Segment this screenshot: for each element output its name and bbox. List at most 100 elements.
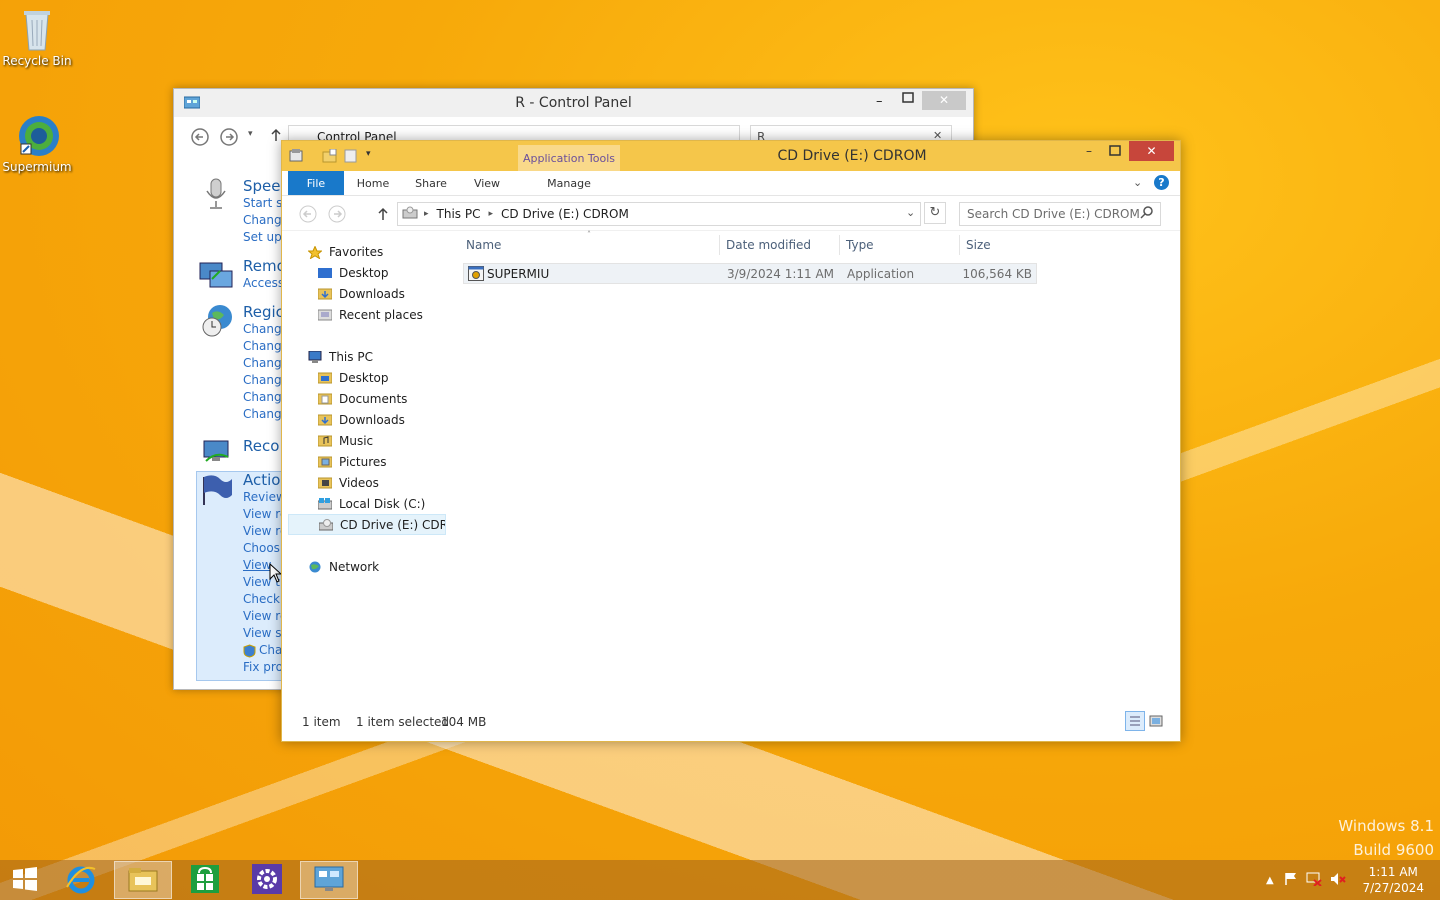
expand-ribbon-icon[interactable]: ⌄ bbox=[1133, 176, 1142, 189]
customize-quick-access-icon[interactable]: ▾ bbox=[366, 149, 371, 159]
taskbar-control-panel[interactable] bbox=[300, 861, 358, 899]
mouse-cursor-icon bbox=[269, 562, 283, 586]
quick-access-properties-icon[interactable] bbox=[289, 149, 305, 166]
tab-view[interactable]: View bbox=[464, 171, 510, 195]
minimize-icon[interactable]: – bbox=[876, 94, 883, 109]
quick-access-folder-icon[interactable] bbox=[344, 149, 358, 166]
control-panel-taskbar-icon bbox=[313, 865, 345, 896]
column-divider bbox=[839, 235, 840, 255]
file-type: Application bbox=[847, 267, 915, 281]
network-disconnected-icon[interactable] bbox=[1306, 872, 1322, 889]
computer-icon bbox=[308, 350, 322, 363]
downloads-folder-icon bbox=[317, 414, 333, 426]
tab-home[interactable]: Home bbox=[350, 171, 396, 195]
breadcrumb-current[interactable]: CD Drive (E:) CDROM bbox=[501, 207, 629, 221]
desktop-icon-supermium[interactable]: Supermium bbox=[0, 114, 77, 174]
nav-label: Desktop bbox=[339, 370, 389, 385]
search-icon[interactable] bbox=[1140, 206, 1153, 222]
back-icon[interactable] bbox=[299, 205, 317, 226]
column-divider bbox=[719, 235, 720, 255]
explorer-title-bar[interactable]: ▾ Application Tools CD Drive (E:) CDROM … bbox=[282, 141, 1180, 171]
forward-icon[interactable] bbox=[219, 127, 239, 150]
system-tray: ▲ bbox=[1266, 860, 1346, 900]
taskbar-store[interactable] bbox=[176, 861, 234, 899]
nav-item-videos[interactable]: Videos bbox=[288, 472, 448, 493]
back-icon[interactable] bbox=[190, 127, 210, 150]
nav-item-pictures[interactable]: Pictures bbox=[288, 451, 448, 472]
search-box[interactable]: Search CD Drive (E:) CDROM bbox=[959, 202, 1161, 226]
file-size: 106,564 KB bbox=[962, 267, 1032, 281]
breadcrumb-this-pc[interactable]: This PC bbox=[437, 207, 481, 221]
taskbar-internet-explorer[interactable] bbox=[52, 861, 110, 899]
star-icon bbox=[307, 244, 323, 260]
close-button[interactable]: ✕ bbox=[1129, 141, 1174, 161]
cd-drive-icon bbox=[318, 518, 334, 531]
column-header-name[interactable]: Name bbox=[466, 238, 501, 252]
nav-item-local-disk[interactable]: Local Disk (C:) bbox=[288, 493, 448, 514]
nav-item-desktop[interactable]: Desktop bbox=[288, 262, 448, 283]
nav-label: Favorites bbox=[329, 244, 384, 259]
maximize-button[interactable] bbox=[1102, 141, 1128, 161]
desktop-icon-recycle-bin[interactable]: Recycle Bin bbox=[0, 8, 77, 68]
nav-label: Recent places bbox=[339, 307, 423, 322]
help-icon[interactable]: ? bbox=[1154, 175, 1169, 190]
tab-file[interactable]: File bbox=[288, 171, 344, 195]
refresh-icon[interactable]: ↻ bbox=[924, 202, 946, 224]
up-icon[interactable] bbox=[377, 207, 389, 224]
tab-share[interactable]: Share bbox=[408, 171, 454, 195]
tab-manage[interactable]: Manage bbox=[518, 171, 620, 195]
nav-item-cd-drive[interactable]: CD Drive (E:) CDROM bbox=[288, 514, 446, 535]
column-header-type[interactable]: Type bbox=[846, 238, 874, 252]
explorer-title: CD Drive (E:) CDROM bbox=[777, 148, 927, 164]
column-header-date[interactable]: Date modified bbox=[726, 238, 811, 252]
watermark-edition: Windows 8.1 bbox=[1338, 817, 1434, 835]
store-icon bbox=[190, 864, 220, 897]
desktop-folder-icon bbox=[318, 267, 332, 279]
show-hidden-icons-icon[interactable]: ▲ bbox=[1266, 875, 1274, 886]
recent-places-icon bbox=[317, 309, 333, 321]
clock-time: 1:11 AM bbox=[1368, 865, 1418, 879]
taskbar-file-explorer[interactable] bbox=[114, 861, 172, 899]
nav-label: CD Drive (E:) CDROM bbox=[340, 517, 445, 532]
quick-access-new-folder-icon[interactable] bbox=[322, 148, 338, 166]
taskbar-clock[interactable]: 1:11 AM 7/27/2024 bbox=[1362, 864, 1424, 896]
nav-label: Downloads bbox=[339, 412, 405, 427]
address-bar[interactable]: ▸ This PC ▸ CD Drive (E:) CDROM ⌄ bbox=[397, 202, 921, 226]
taskbar: ▲ 1:11 AM 7/27/2024 bbox=[0, 860, 1440, 900]
action-center-flag-tray-icon[interactable] bbox=[1284, 872, 1298, 889]
nav-this-pc[interactable]: This PC bbox=[288, 346, 448, 367]
address-dropdown-icon[interactable]: ⌄ bbox=[906, 206, 915, 219]
nav-item-music[interactable]: Music bbox=[288, 430, 448, 451]
nav-label: Network bbox=[329, 559, 380, 574]
nav-network[interactable]: Network bbox=[288, 556, 448, 577]
file-date: 3/9/2024 1:11 AM bbox=[727, 267, 835, 281]
forward-icon[interactable] bbox=[328, 205, 346, 226]
cd-drive-small-icon bbox=[402, 206, 418, 223]
nav-label: Desktop bbox=[339, 265, 389, 280]
desktop-folder-icon bbox=[317, 372, 333, 384]
navigation-pane: Favorites Desktop Downloads Recent place… bbox=[288, 241, 448, 577]
volume-muted-icon[interactable] bbox=[1330, 872, 1346, 889]
maximize-icon[interactable] bbox=[902, 92, 914, 107]
file-row[interactable]: SUPERMIU 3/9/2024 1:11 AM Application 10… bbox=[463, 263, 1037, 284]
recent-dropdown-icon[interactable]: ▾ bbox=[248, 129, 253, 139]
documents-folder-icon bbox=[317, 393, 333, 405]
column-header-size[interactable]: Size bbox=[966, 238, 991, 252]
nav-label: Music bbox=[339, 433, 374, 448]
explorer-window[interactable]: ▾ Application Tools CD Drive (E:) CDROM … bbox=[281, 140, 1181, 742]
nav-item-desktop[interactable]: Desktop bbox=[288, 367, 448, 388]
breadcrumb-separator-icon: ▸ bbox=[488, 209, 494, 219]
nav-favorites[interactable]: Favorites bbox=[288, 241, 448, 262]
desktop-icon-label: Recycle Bin bbox=[2, 54, 72, 68]
start-button[interactable] bbox=[0, 861, 50, 899]
details-view-icon[interactable] bbox=[1125, 711, 1145, 731]
taskbar-settings[interactable] bbox=[238, 861, 296, 899]
nav-item-downloads[interactable]: Downloads bbox=[288, 283, 448, 304]
close-button[interactable]: ✕ bbox=[922, 91, 966, 110]
nav-item-documents[interactable]: Documents bbox=[288, 388, 448, 409]
nav-item-recent-places[interactable]: Recent places bbox=[288, 304, 448, 325]
nav-item-downloads[interactable]: Downloads bbox=[288, 409, 448, 430]
large-icons-view-icon[interactable] bbox=[1148, 713, 1164, 732]
control-panel-title-bar[interactable]: R - Control Panel – ✕ bbox=[174, 89, 973, 117]
minimize-button[interactable]: – bbox=[1076, 141, 1102, 161]
